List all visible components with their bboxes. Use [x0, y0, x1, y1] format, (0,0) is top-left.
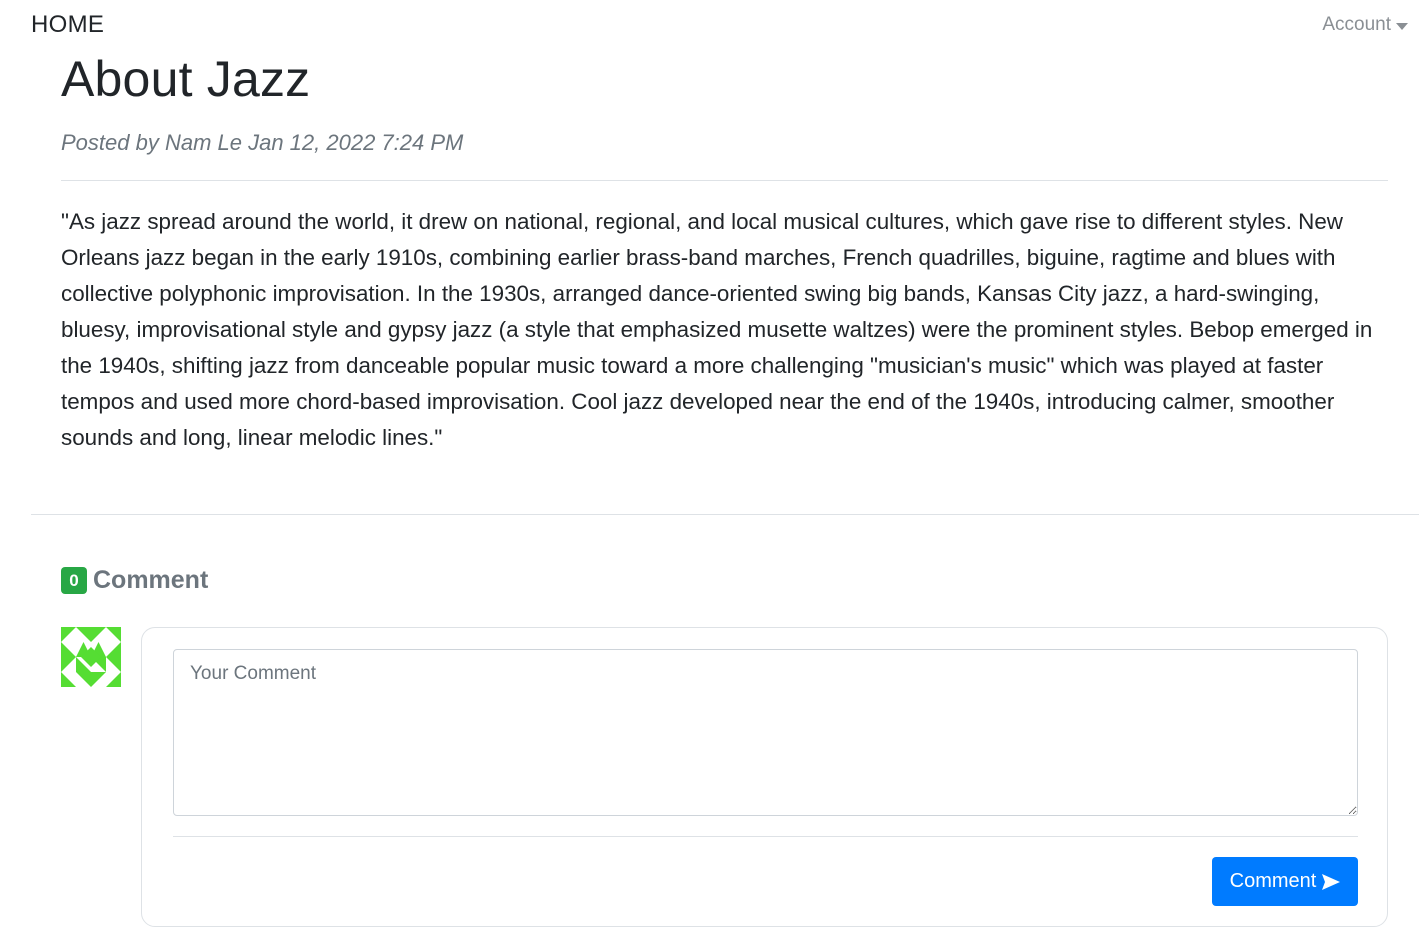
submit-comment-button[interactable]: Comment: [1212, 857, 1358, 906]
post-title: About Jazz: [61, 51, 311, 107]
comment-form-card: Comment: [141, 627, 1388, 927]
comment-heading: 0 Comment: [61, 566, 208, 595]
send-icon: [1322, 873, 1341, 890]
comment-textarea[interactable]: [173, 649, 1358, 816]
nav-home-link[interactable]: HOME: [31, 11, 104, 39]
account-dropdown[interactable]: Account: [1322, 14, 1408, 36]
caret-down-icon: [1396, 22, 1408, 30]
post-meta: Posted by Nam Le Jan 12, 2022 7:24 PM: [61, 130, 464, 155]
submit-comment-label: Comment: [1229, 870, 1317, 892]
account-label: Account: [1322, 14, 1391, 35]
top-navbar: HOME Account: [0, 0, 1428, 50]
section-divider: [31, 514, 1419, 515]
comment-count-badge: 0: [61, 567, 87, 594]
card-divider: [173, 836, 1358, 837]
avatar-identicon: [61, 627, 121, 687]
comment-heading-label: Comment: [93, 566, 209, 594]
post-body: "As jazz spread around the world, it dre…: [61, 209, 1373, 450]
identicon-icon: [61, 627, 121, 687]
divider: [61, 180, 1388, 181]
